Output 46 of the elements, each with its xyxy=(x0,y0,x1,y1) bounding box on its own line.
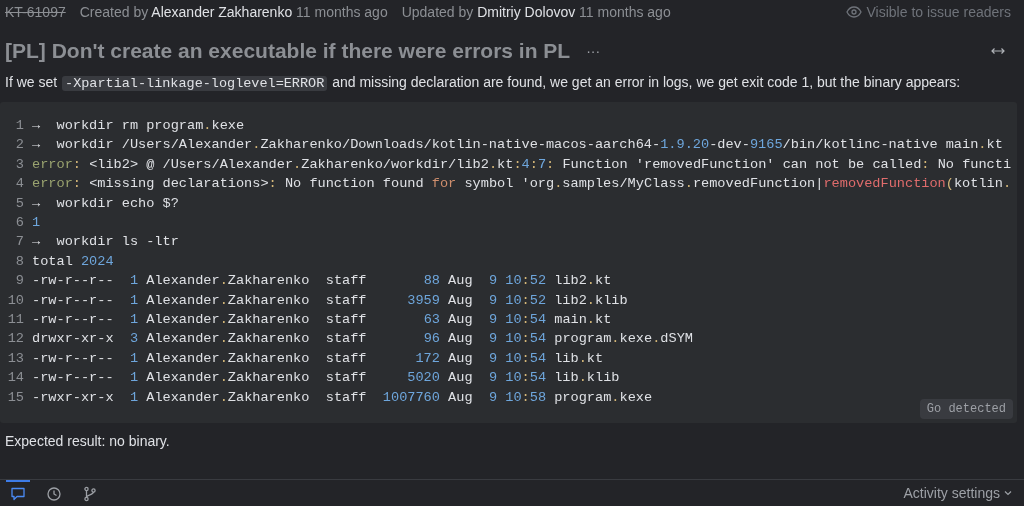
line-number: 13 xyxy=(6,349,25,368)
more-button[interactable]: ··· xyxy=(584,40,603,62)
code-line: → workdir echo $? xyxy=(32,194,179,213)
activity-settings-button[interactable]: Activity settings xyxy=(903,482,1012,504)
created-info: Created by Alexander Zakharenko 11 months ago xyxy=(79,2,388,22)
line-number: 10 xyxy=(6,291,25,310)
code-line: error: <lib2> @ /Users/Alexander.Zakharenko/workdir/lib2.kt:4:7: Function 'removedFunction' can not be called: No functi xyxy=(32,155,1012,174)
code-line: → workdir /Users/Alexander.Zakharenko/Downloads/kotlin-native-macos-aarch64-1.9.20-dev-9165/bin/kotlinc-native main.kt xyxy=(32,136,1003,155)
code-line: → workdir rm program.kexe xyxy=(32,117,245,135)
issue-title: [PL] Don't create an executable if there were errors in PL xyxy=(5,38,571,65)
description-text: If we set -Xpartial-linkage-loglevel=ERROR and missing declaration are found, we get an error in logs, we get exit code 1, but the binary appears: xyxy=(4,73,962,93)
branch-icon xyxy=(82,486,98,502)
line-number: 15 xyxy=(6,388,25,407)
expected-result-text: Expected result: no binary. xyxy=(4,432,171,451)
code-line: -rw-r--r-- 1 Alexander.Zakharenko staff 88 Aug 9 10:52 lib2.kt xyxy=(32,272,612,291)
eye-icon xyxy=(845,6,862,18)
visibility-label[interactable]: Visible to issue readers xyxy=(866,1,1011,23)
speech-bubble-icon xyxy=(10,486,26,502)
line-number: 14 xyxy=(6,369,25,388)
code-line: -rw-r--r-- 1 Alexander.Zakharenko staff 63 Aug 9 10:54 main.kt xyxy=(32,311,612,330)
code-line: -rw-r--r-- 1 Alexander.Zakharenko staff 172 Aug 9 10:54 lib.kt xyxy=(32,349,604,368)
expand-icon[interactable] xyxy=(991,47,1005,55)
line-number: 11 xyxy=(6,311,25,330)
issue-id[interactable]: KT-61097 xyxy=(5,1,66,23)
line-number: 12 xyxy=(6,330,25,349)
line-number: 9 xyxy=(14,272,25,291)
code-line: 1 xyxy=(32,214,41,233)
code-line: -rwxr-xr-x 1 Alexander.Zakharenko staff 1007760 Aug 9 10:58 program.kexe xyxy=(32,388,653,407)
code-line: error: <missing declarations>: No function found for symbol 'org.samples/MyClass.removedFunction|removedFunction(kotlin. xyxy=(32,175,1012,194)
chevron-down-icon xyxy=(1004,490,1012,496)
line-number: 3 xyxy=(14,155,25,174)
line-number: 8 xyxy=(14,252,25,271)
code-line: → workdir ls -ltr xyxy=(32,233,179,252)
line-number: 6 xyxy=(14,214,25,233)
clock-icon xyxy=(46,486,62,502)
code-line: total 2024 xyxy=(32,252,114,271)
code-line: drwxr-xr-x 3 Alexander.Zakharenko staff 96 Aug 9 10:54 program.kexe.dSYM xyxy=(32,330,693,349)
line-number: 5 xyxy=(14,194,25,213)
line-number: 7 xyxy=(14,233,25,252)
line-number: 2 xyxy=(14,136,25,155)
updated-info: Updated by Dmitriy Dolovov 11 months ago xyxy=(401,2,671,22)
code-line: -rw-r--r-- 1 Alexander.Zakharenko staff 3959 Aug 9 10:52 lib2.klib xyxy=(32,291,628,310)
language-badge: Go detected xyxy=(919,399,1013,419)
code-line: -rw-r--r-- 1 Alexander.Zakharenko staff 5020 Aug 9 10:54 lib.klib xyxy=(32,369,620,388)
line-number: 4 xyxy=(14,175,25,194)
line-number: 1 xyxy=(14,117,25,135)
